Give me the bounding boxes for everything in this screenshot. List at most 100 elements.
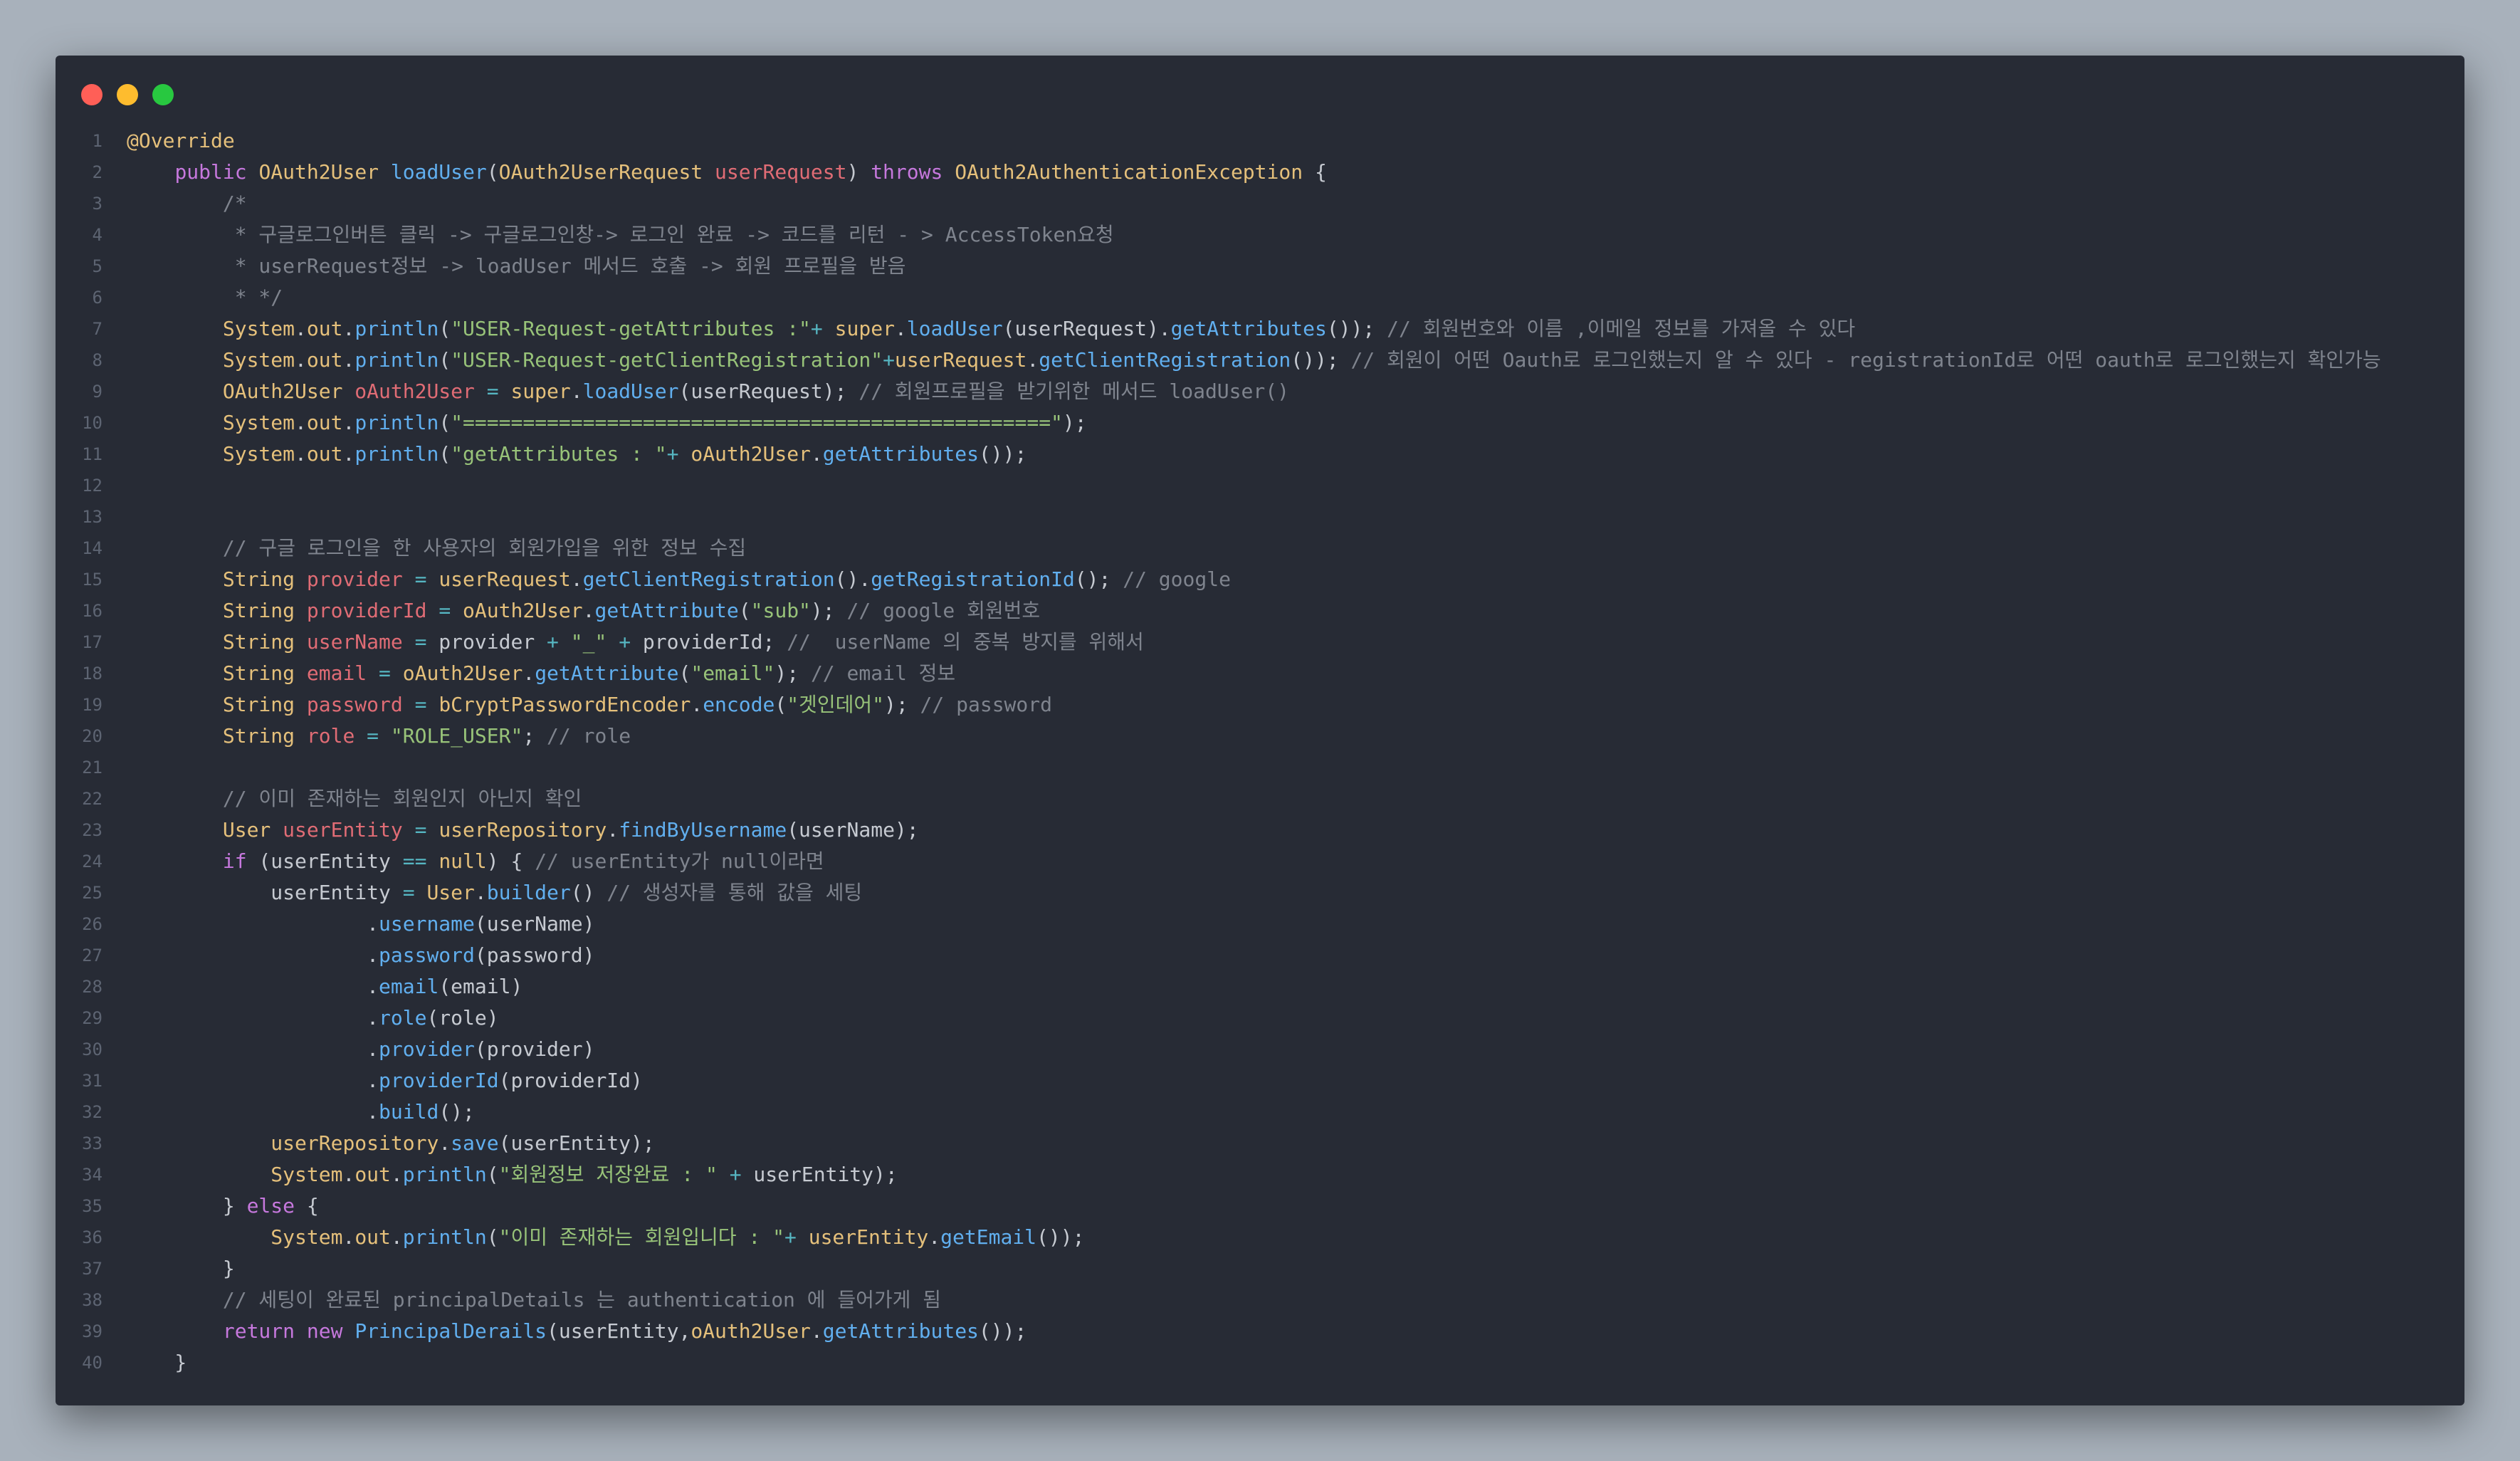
code-line: 37 } <box>56 1253 2464 1284</box>
code-token: } <box>127 1194 247 1218</box>
line-number: 25 <box>82 883 103 903</box>
code-text: String provider = userRequest.getClientR… <box>127 564 1231 595</box>
code-token: userEntity <box>283 818 403 842</box>
code-token: oAuth2User <box>691 1319 811 1343</box>
code-token: . <box>390 1163 403 1186</box>
code-token: . <box>342 348 355 372</box>
code-token: null <box>439 849 487 873</box>
line-number: 27 <box>82 946 103 965</box>
code-line: 40 } <box>56 1347 2464 1378</box>
close-icon[interactable] <box>81 84 103 105</box>
code-token: out <box>355 1225 391 1249</box>
code-token: ); <box>1062 411 1087 434</box>
code-text: System.out.println("회원정보 저장완료 : " + user… <box>127 1159 898 1190</box>
code-token: // 회원이 어떤 Oauth로 로그인했는지 알 수 있다 - registr… <box>1350 348 2381 372</box>
code-token: super <box>510 379 571 403</box>
line-number: 10 <box>82 413 103 433</box>
code-text: System.out.println("USER-Request-getAttr… <box>127 313 1855 345</box>
code-token: ) { <box>486 849 535 873</box>
code-token: getRegistrationId <box>871 567 1075 591</box>
code-token: userEntity); <box>741 1163 898 1186</box>
code-token: password <box>306 693 403 716</box>
code-text: User userEntity = userRepository.findByU… <box>127 815 919 846</box>
code-token: . <box>342 1163 355 1186</box>
code-token: System <box>222 317 295 340</box>
code-token: (userRequest); <box>678 379 859 403</box>
code-token: getAttributes <box>822 1319 979 1343</box>
line-number: 38 <box>82 1290 103 1310</box>
code-token: getEmail <box>940 1225 1037 1249</box>
code-text: String password = bCryptPasswordEncoder.… <box>127 689 1052 721</box>
code-text: // 구글 로그인을 한 사용자의 회원가입을 위한 정보 수집 <box>127 533 746 564</box>
code-token: out <box>306 411 343 434</box>
code-text: .provider(provider) <box>127 1034 594 1065</box>
code-token: providerId <box>379 1069 499 1092</box>
code-text: /* <box>127 188 247 219</box>
code-token: . <box>691 693 703 716</box>
code-text: } <box>127 1347 187 1378</box>
minimize-icon[interactable] <box>117 84 138 105</box>
line-number: 17 <box>82 632 103 652</box>
line-number: 1 <box>92 131 103 151</box>
code-token: else <box>246 1194 295 1218</box>
code-token: builder <box>486 881 571 904</box>
code-token: ( <box>439 411 451 434</box>
line-number: 40 <box>82 1353 103 1373</box>
code-token: (password) <box>474 943 595 967</box>
code-token: OAuth2User <box>222 379 343 403</box>
code-line: 5 * userRequest정보 -> loadUser 메서드 호출 -> … <box>56 251 2464 282</box>
code-line: 38 // 세팅이 완료된 principalDetails 는 authent… <box>56 1284 2464 1316</box>
code-text: System.out.println("USER-Request-getClie… <box>127 345 2381 376</box>
line-number: 7 <box>92 319 103 339</box>
code-token: // 생성자를 통해 값을 세팅 <box>607 881 863 904</box>
code-token: . <box>295 442 307 466</box>
code-text: userEntity = User.builder() // 생성자를 통해 값… <box>127 877 862 908</box>
code-text: } else { <box>127 1190 319 1222</box>
code-token: . <box>390 1225 403 1249</box>
code-token: getAttributes <box>1170 317 1327 340</box>
code-token: System <box>271 1225 343 1249</box>
code-line: 25 userEntity = User.builder() // 생성자를 통… <box>56 877 2464 908</box>
code-text: @Override <box>127 125 235 157</box>
code-token: println <box>402 1225 487 1249</box>
code-token: userRequest <box>715 160 847 184</box>
code-token: . <box>342 317 355 340</box>
code-token: userRepository <box>271 1131 439 1155</box>
code-token: bCryptPasswordEncoder <box>439 693 691 716</box>
code-line: 24 if (userEntity == null) { // userEnti… <box>56 846 2464 877</box>
code-token: . <box>127 1037 379 1061</box>
code-token: "이미 존재하는 회원입니다 : " <box>498 1225 784 1249</box>
maximize-icon[interactable] <box>152 84 174 105</box>
code-token: // google 회원번호 <box>846 599 1041 622</box>
code-token: PrincipalDerails <box>355 1319 547 1343</box>
code-token: getAttribute <box>535 661 679 685</box>
code-line: 20 String role = "ROLE_USER"; // role <box>56 721 2464 752</box>
code-token: "sub" <box>750 599 811 622</box>
code-token: } <box>127 1257 235 1280</box>
code-token: getClientRegistration <box>582 567 835 591</box>
code-line: 39 return new PrincipalDerails(userEntit… <box>56 1316 2464 1347</box>
code-text: String role = "ROLE_USER"; // role <box>127 721 631 752</box>
code-token: // password <box>920 693 1052 716</box>
code-token: . <box>810 442 823 466</box>
code-line: 13 <box>56 501 2464 533</box>
code-token: String <box>222 661 295 685</box>
code-token: "USER-Request-getAttributes :" <box>451 317 811 340</box>
code-token: * userRequest정보 -> loadUser 메서드 호출 -> 회원… <box>127 254 906 278</box>
code-token: "_" <box>570 630 607 654</box>
